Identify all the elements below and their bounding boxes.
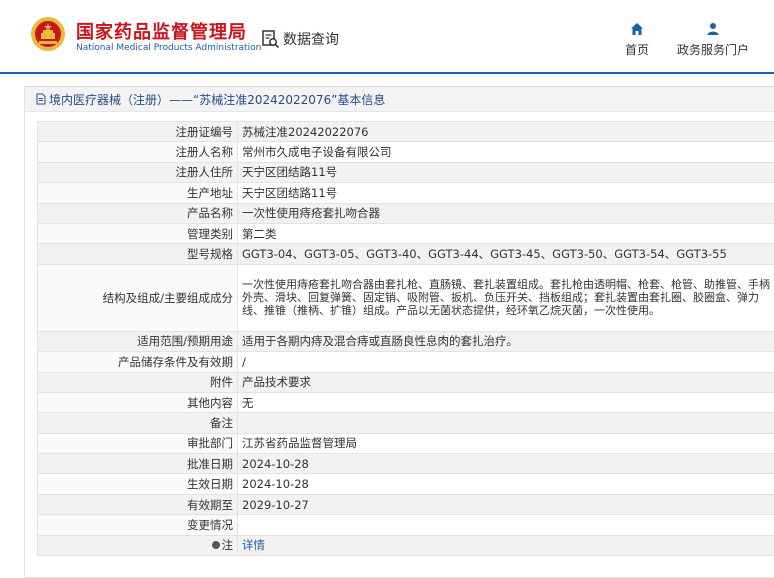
national-emblem-icon[interactable] (30, 16, 66, 52)
field-label: 变更情况 (38, 515, 238, 535)
field-value: 苏械注准20242022076 (238, 122, 774, 142)
table-row: 变更情况 (38, 515, 774, 535)
data-query-label: 数据查询 (283, 29, 339, 49)
table-row: 注 详情 (38, 535, 774, 555)
site-header: 国家药品监督管理局 National Medical Products Admi… (0, 0, 774, 74)
table-row: 生效日期 2024-10-28 (38, 474, 774, 494)
field-label: 生效日期 (38, 474, 238, 494)
field-label: 附件 (38, 372, 238, 392)
field-value: 产品技术要求 (238, 372, 774, 392)
brand-name-en: National Medical Products Administration (76, 43, 261, 53)
user-icon (706, 22, 720, 36)
page-title: 境内医疗器械（注册）——“苏械注准20242022076”基本信息 (49, 91, 385, 108)
field-label: 产品名称 (38, 203, 238, 223)
field-value: 第二类 (238, 223, 774, 243)
field-value: 江苏省药品监督管理局 (238, 433, 774, 453)
field-value: 详情 (238, 535, 774, 555)
field-value: 2024-10-28 (238, 474, 774, 494)
detail-panel: 境内医疗器械（注册）——“苏械注准20242022076”基本信息 注册证编号 … (24, 86, 774, 578)
note-dot-icon (212, 541, 220, 549)
field-value: / (238, 352, 774, 372)
field-value: 一次性使用痔疮套扎吻合器 (238, 203, 774, 223)
field-value (238, 413, 774, 433)
field-label: 注册人住所 (38, 162, 238, 182)
field-label: 备注 (38, 413, 238, 433)
field-value: 无 (238, 392, 774, 412)
field-label: 结构及组成/主要组成成分 (38, 264, 238, 331)
field-value: 2024-10-28 (238, 454, 774, 474)
field-value: 天宁区团结路11号 (238, 162, 774, 182)
table-row: 有效期至 2029-10-27 (38, 494, 774, 514)
table-row: 审批部门 江苏省药品监督管理局 (38, 433, 774, 453)
search-document-icon (261, 29, 281, 49)
field-label: 生产地址 (38, 183, 238, 203)
table-row: 生产地址 天宁区团结路11号 (38, 183, 774, 203)
field-label: 审批部门 (38, 433, 238, 453)
nav-portal[interactable]: 政务服务门户 (676, 22, 750, 58)
table-row: 产品储存条件及有效期 / (38, 352, 774, 372)
document-icon (35, 93, 47, 105)
field-label: 注 (222, 538, 234, 552)
table-row: 产品名称 一次性使用痔疮套扎吻合器 (38, 203, 774, 223)
table-row: 其他内容 无 (38, 392, 774, 412)
home-icon (630, 22, 644, 36)
table-row: 管理类别 第二类 (38, 223, 774, 243)
field-label: 适用范围/预期用途 (38, 331, 238, 351)
table-row: 附件 产品技术要求 (38, 372, 774, 392)
table-row: 注册人名称 常州市久成电子设备有限公司 (38, 142, 774, 162)
table-row: 备注 (38, 413, 774, 433)
info-table: 注册证编号 苏械注准20242022076 注册人名称 常州市久成电子设备有限公… (37, 121, 774, 556)
field-value: 天宁区团结路11号 (238, 183, 774, 203)
field-value: GGT3-04、GGT3-05、GGT3-40、GGT3-44、GGT3-45、… (238, 244, 774, 264)
field-value (238, 515, 774, 535)
note-label-wrap: 注 (212, 538, 234, 552)
field-value: 2029-10-27 (238, 494, 774, 514)
nav-home-label: 首页 (625, 41, 649, 58)
field-label: 有效期至 (38, 494, 238, 514)
field-label: 注册人名称 (38, 142, 238, 162)
table-row: 适用范围/预期用途 适用于各期内痔及混合痔或直肠良性息肉的套扎治疗。 (38, 331, 774, 351)
field-value: 适用于各期内痔及混合痔或直肠良性息肉的套扎治疗。 (238, 331, 774, 351)
nav-home[interactable]: 首页 (622, 22, 652, 58)
field-label-note: 注 (38, 535, 238, 555)
detail-title-bar: 境内医疗器械（注册）——“苏械注准20242022076”基本信息 (25, 87, 774, 112)
field-label: 产品储存条件及有效期 (38, 352, 238, 372)
table-row: 结构及组成/主要组成成分 一次性使用痔疮套扎吻合器由套扎枪、直肠镜、套扎装置组成… (38, 264, 774, 331)
field-label: 型号规格 (38, 244, 238, 264)
brand-name-cn: 国家药品监督管理局 (76, 18, 247, 44)
table-row: 注册证编号 苏械注准20242022076 (38, 122, 774, 142)
field-label: 注册证编号 (38, 122, 238, 142)
details-link[interactable]: 详情 (242, 538, 265, 552)
table-row: 型号规格 GGT3-04、GGT3-05、GGT3-40、GGT3-44、GGT… (38, 244, 774, 264)
table-row: 批准日期 2024-10-28 (38, 454, 774, 474)
data-query-link[interactable]: 数据查询 (261, 28, 339, 50)
field-value: 一次性使用痔疮套扎吻合器由套扎枪、直肠镜、套扎装置组成。套扎枪由透明帽、枪套、枪… (238, 264, 774, 331)
table-row: 注册人住所 天宁区团结路11号 (38, 162, 774, 182)
field-label: 其他内容 (38, 392, 238, 412)
field-label: 管理类别 (38, 223, 238, 243)
nav-portal-label: 政务服务门户 (677, 41, 749, 58)
field-value: 常州市久成电子设备有限公司 (238, 142, 774, 162)
field-label: 批准日期 (38, 454, 238, 474)
